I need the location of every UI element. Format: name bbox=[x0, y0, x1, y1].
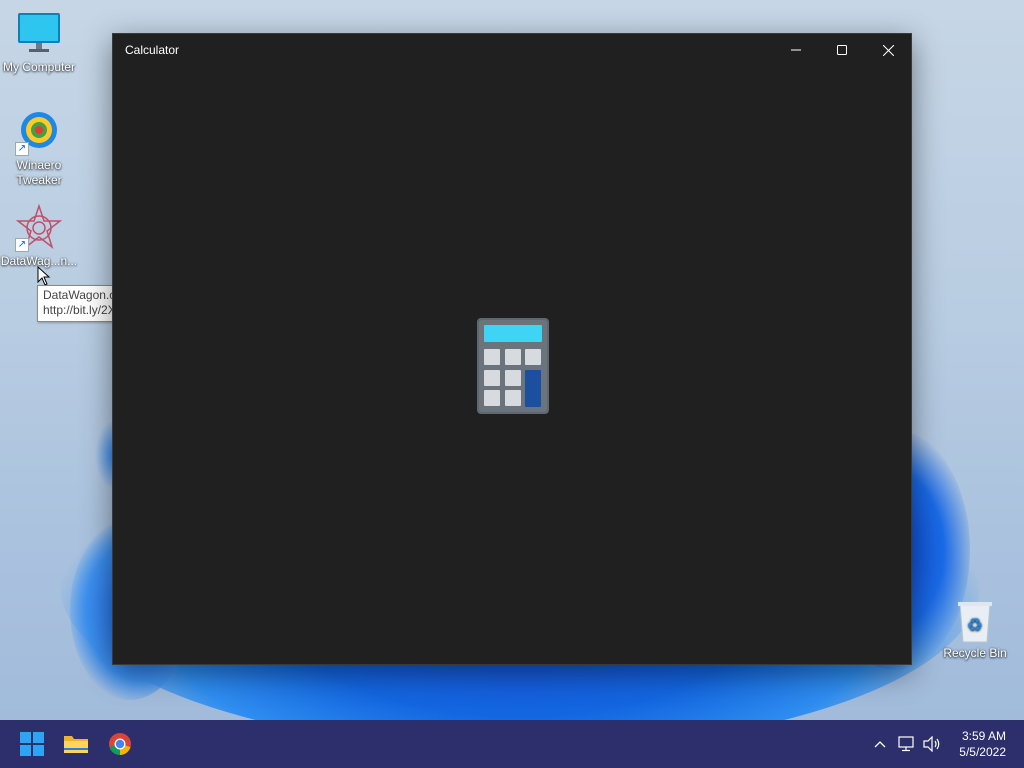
volume-icon bbox=[923, 736, 940, 752]
desktop-icon-winaero-tweaker[interactable]: ↗ Winaero Tweaker bbox=[0, 108, 79, 188]
desktop-icon-label: Recycle Bin bbox=[943, 646, 1007, 660]
maximize-button[interactable] bbox=[819, 34, 865, 66]
chrome-icon bbox=[109, 733, 131, 755]
chrome-button[interactable] bbox=[100, 724, 140, 764]
datawagon-icon: ↗ bbox=[15, 203, 63, 252]
monitor-icon bbox=[15, 10, 63, 58]
desktop-icon-recycle-bin[interactable]: ♻ Recycle Bin bbox=[935, 600, 1015, 661]
minimize-icon bbox=[791, 49, 801, 51]
clock-time: 3:59 AM bbox=[961, 729, 1006, 743]
shortcut-arrow-icon: ↗ bbox=[15, 142, 29, 156]
maximize-icon bbox=[837, 45, 847, 55]
winaero-tweaker-icon: ↗ bbox=[15, 108, 63, 156]
system-tray: 3:59 AM 5/5/2022 bbox=[867, 720, 1024, 768]
desktop-icon-my-computer[interactable]: My Computer bbox=[0, 10, 79, 75]
window-title: Calculator bbox=[125, 43, 180, 57]
network-button[interactable] bbox=[893, 724, 919, 764]
desktop-icon-datawagon[interactable]: ↗ DataWag...n... bbox=[0, 203, 79, 269]
start-icon bbox=[20, 732, 44, 756]
chevron-up-icon bbox=[874, 741, 886, 748]
calculator-window[interactable]: Calculator bbox=[112, 33, 912, 665]
window-titlebar[interactable]: Calculator bbox=[113, 34, 911, 66]
shortcut-arrow-icon: ↗ bbox=[15, 238, 29, 252]
start-button[interactable] bbox=[12, 724, 52, 764]
volume-button[interactable] bbox=[919, 724, 945, 764]
network-icon bbox=[898, 736, 914, 752]
file-explorer-button[interactable] bbox=[56, 724, 96, 764]
clock[interactable]: 3:59 AM 5/5/2022 bbox=[945, 728, 1024, 760]
recycle-bin-icon: ♻ bbox=[951, 600, 999, 644]
minimize-button[interactable] bbox=[773, 34, 819, 66]
desktop-icon-label: Winaero Tweaker bbox=[16, 158, 62, 187]
taskbar: 3:59 AM 5/5/2022 bbox=[0, 720, 1024, 768]
clock-date: 5/5/2022 bbox=[959, 745, 1006, 759]
file-explorer-icon bbox=[64, 736, 88, 753]
desktop-icon-label: My Computer bbox=[2, 60, 76, 74]
show-hidden-icons-button[interactable] bbox=[867, 724, 893, 764]
svg-text:♻: ♻ bbox=[967, 615, 983, 636]
close-icon bbox=[882, 44, 894, 56]
calculator-icon bbox=[477, 318, 549, 419]
close-button[interactable] bbox=[865, 34, 911, 66]
